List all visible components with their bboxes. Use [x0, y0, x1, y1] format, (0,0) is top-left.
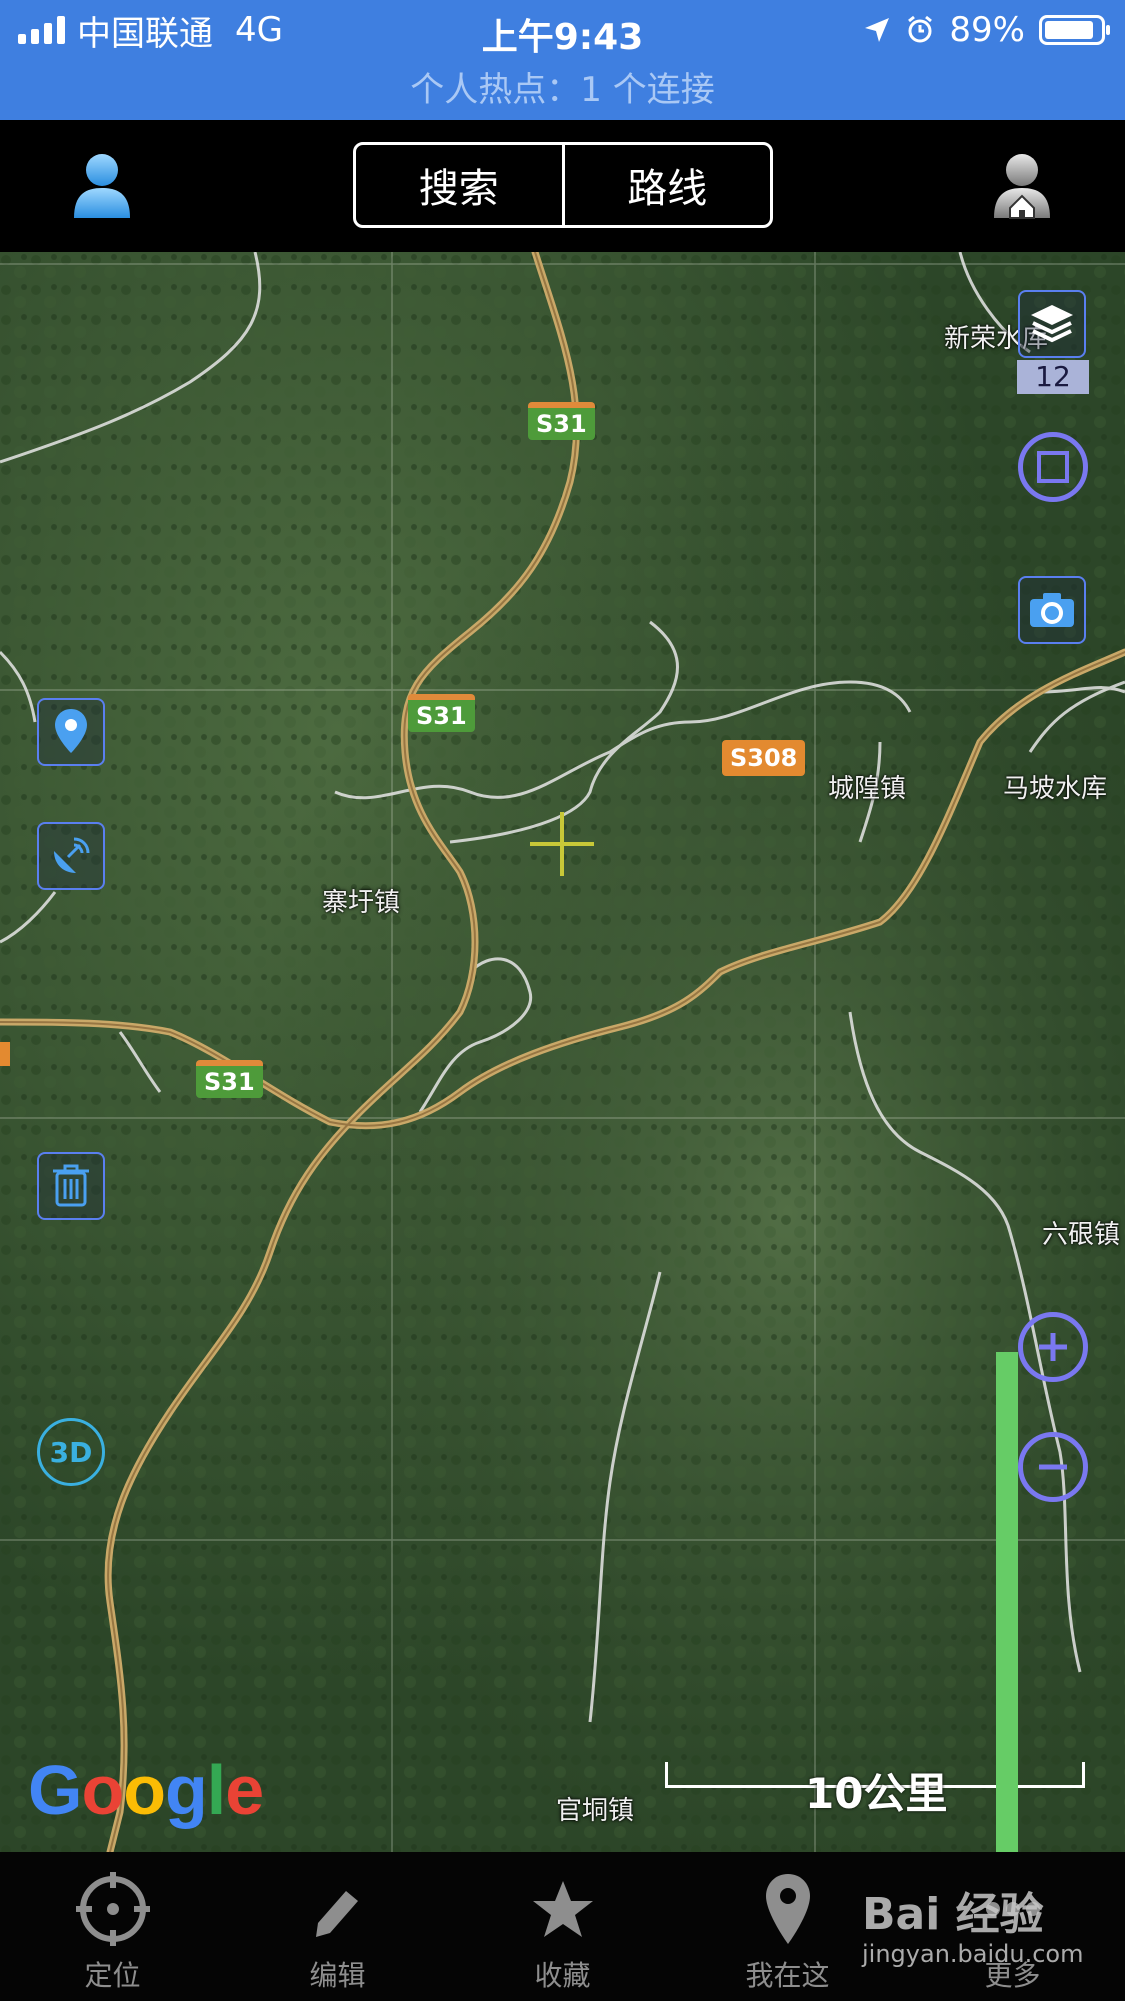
- locate-icon: [75, 1872, 150, 1946]
- search-route-toggle: 搜索 路线: [353, 142, 773, 228]
- camera-icon: [1030, 593, 1074, 627]
- top-nav: 搜索 路线: [0, 120, 1125, 252]
- zoom-level-badge: 12: [1017, 360, 1089, 394]
- hotspot-banner[interactable]: 个人热点：1 个连接: [0, 62, 1125, 111]
- status-right: 89%: [863, 8, 1110, 52]
- tab-label: 定位: [84, 1959, 141, 1992]
- screenshot-button[interactable]: [1018, 576, 1086, 644]
- tab-search[interactable]: 搜索: [356, 145, 562, 225]
- tab-favorites[interactable]: 收藏: [450, 1852, 675, 2001]
- tab-label: 编辑: [309, 1959, 366, 1992]
- map-view[interactable]: S31 S31 S31 S308 新荣水库 城隍镇 马坡水库 寨圩镇 六硍镇 官…: [0, 252, 1125, 1852]
- place-label: 城隍镇: [828, 774, 907, 804]
- tab-label: 收藏: [534, 1959, 591, 1992]
- road-label: S308: [722, 740, 806, 776]
- place-label: 六硍镇: [1042, 1220, 1121, 1250]
- satellite-signal-icon: [54, 837, 90, 873]
- place-label: 官垌镇: [556, 1796, 635, 1826]
- home-user-icon[interactable]: [990, 150, 1054, 220]
- tab-edit[interactable]: 编辑: [225, 1852, 450, 2001]
- place-label: 马坡水库: [1003, 774, 1108, 804]
- 3d-button[interactable]: 3D: [37, 1418, 105, 1486]
- google-logo: Google: [28, 1751, 264, 1829]
- pin-icon: [765, 1874, 810, 1944]
- pencil-icon: [315, 1891, 358, 1937]
- clear-button[interactable]: [37, 1152, 105, 1220]
- baidu-watermark-url: jingyan.baidu.com: [862, 1940, 1084, 1968]
- layers-icon: [1031, 305, 1073, 343]
- crosshair-icon: [530, 812, 594, 876]
- user-icon[interactable]: [70, 150, 134, 220]
- gps-signal-button[interactable]: [37, 822, 105, 890]
- tab-route[interactable]: 路线: [561, 145, 771, 225]
- place-label: 寨圩镇: [322, 888, 401, 918]
- marker-button[interactable]: [37, 698, 105, 766]
- baidu-watermark: Bai 经验: [862, 1889, 1044, 1940]
- battery-icon: [1039, 15, 1110, 45]
- location-arrow-icon: [865, 18, 890, 42]
- tab-label: 我在这: [745, 1959, 830, 1992]
- square-icon: [1037, 451, 1069, 483]
- layers-button[interactable]: [1018, 290, 1086, 358]
- alarm-icon: [908, 15, 933, 43]
- trash-icon: [53, 1164, 89, 1207]
- scale-label: 10公里: [805, 1769, 948, 1818]
- square-select-button[interactable]: [1018, 432, 1088, 502]
- status-bar: 中国联通 4G 上午9:43 89% 个人热点：1 个连接: [0, 0, 1125, 120]
- map-marker-icon: [55, 709, 87, 753]
- tab-locate[interactable]: 定位: [0, 1852, 225, 2001]
- battery-percent: 89%: [949, 10, 1025, 50]
- star-icon: [532, 1881, 593, 1937]
- road-label: S31: [196, 1060, 263, 1098]
- road-label: S31: [408, 694, 475, 732]
- road-label: S31: [528, 402, 595, 440]
- arrow-down-icon: [996, 1352, 1018, 1852]
